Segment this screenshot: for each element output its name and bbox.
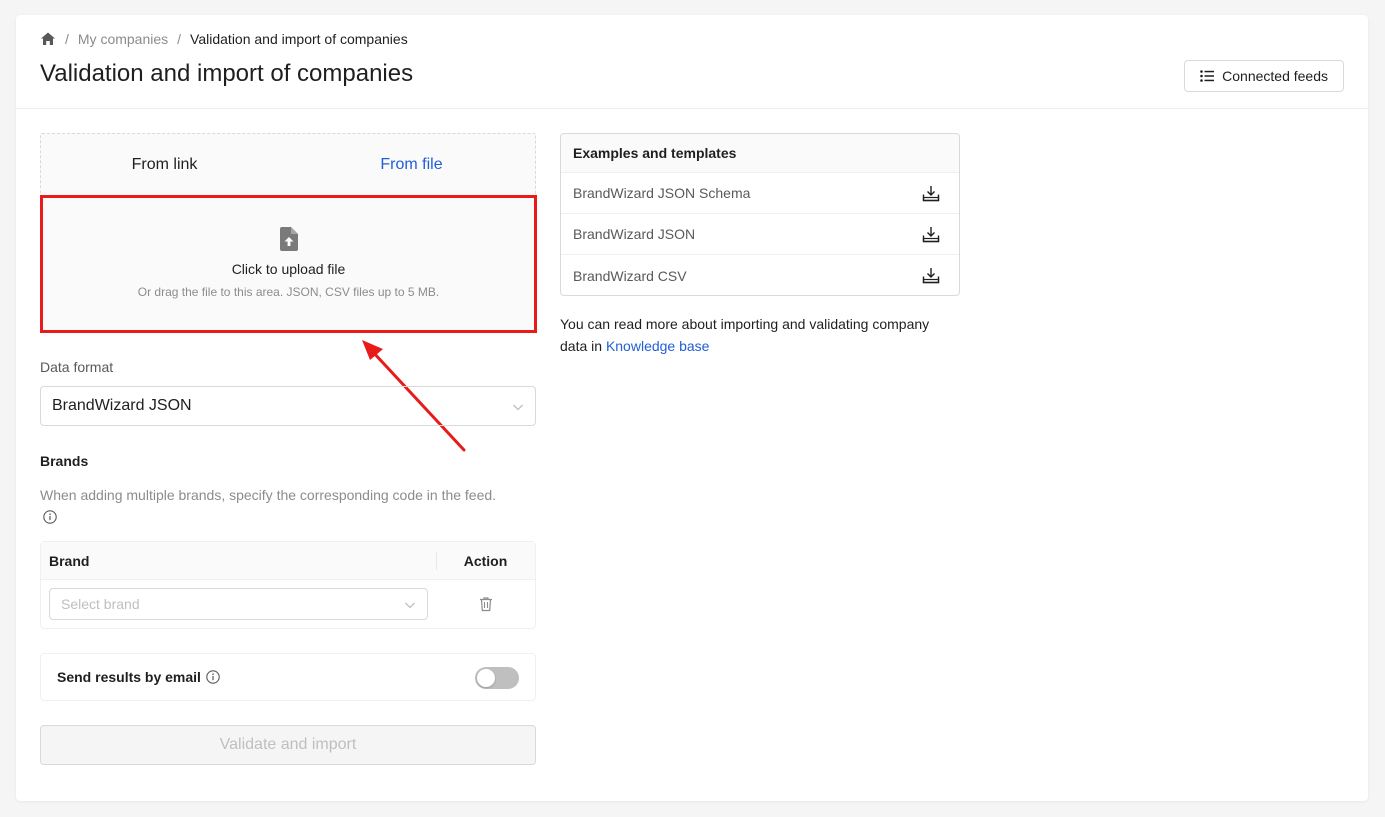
trash-icon[interactable] bbox=[478, 596, 494, 612]
chevron-down-icon bbox=[512, 400, 524, 412]
column-header-action: Action bbox=[463, 552, 508, 569]
column-header-brand: Brand bbox=[49, 552, 90, 569]
table-row: Select brand bbox=[41, 580, 535, 628]
email-results-toggle[interactable] bbox=[475, 667, 519, 689]
brands-title: Brands bbox=[40, 453, 89, 469]
examples-title: Examples and templates bbox=[561, 134, 959, 173]
brands-hint: When adding multiple brands, specify the… bbox=[40, 487, 497, 503]
validate-import-button[interactable]: Validate and import bbox=[40, 725, 536, 765]
main-card: / My companies / Validation and import o… bbox=[16, 15, 1368, 801]
chevron-down-icon bbox=[404, 598, 416, 610]
example-item-json-schema[interactable]: BrandWizard JSON Schema bbox=[561, 173, 959, 214]
column-divider bbox=[436, 552, 437, 570]
tab-from-link[interactable]: From link bbox=[41, 134, 288, 196]
file-upload-icon bbox=[279, 227, 298, 251]
examples-panel: Examples and templates BrandWizard JSON … bbox=[560, 133, 960, 296]
table-header: Brand Action bbox=[41, 542, 535, 580]
example-item-csv[interactable]: BrandWizard CSV bbox=[561, 255, 959, 296]
example-label: BrandWizard JSON bbox=[573, 226, 696, 242]
breadcrumb: / My companies / Validation and import o… bbox=[40, 29, 408, 49]
example-label: BrandWizard CSV bbox=[573, 267, 687, 284]
brand-select-placeholder: Select brand bbox=[61, 596, 140, 612]
brand-select[interactable]: Select brand bbox=[49, 588, 428, 620]
email-results-label: Send results by email bbox=[57, 669, 201, 685]
data-format-select[interactable]: BrandWizard JSON bbox=[40, 386, 536, 426]
data-format-label: Data format bbox=[40, 359, 114, 375]
home-icon[interactable] bbox=[40, 31, 56, 47]
tab-from-file[interactable]: From file bbox=[288, 134, 535, 196]
connected-feeds-button[interactable]: Connected feeds bbox=[1184, 60, 1344, 92]
download-icon[interactable] bbox=[922, 185, 940, 202]
info-icon[interactable] bbox=[43, 510, 57, 524]
breadcrumb-separator: / bbox=[177, 31, 182, 47]
list-icon bbox=[1200, 70, 1215, 82]
brands-table: Brand Action Select brand bbox=[40, 541, 536, 629]
breadcrumb-current: Validation and import of companies bbox=[190, 31, 408, 47]
upload-tabs: From link From file bbox=[41, 134, 535, 196]
toggle-knob bbox=[477, 669, 495, 687]
breadcrumb-my-companies[interactable]: My companies bbox=[78, 31, 168, 47]
header-divider bbox=[16, 108, 1368, 109]
knowledge-base-note: You can read more about importing and va… bbox=[560, 313, 960, 357]
info-icon[interactable] bbox=[206, 670, 220, 684]
file-drop-zone[interactable]: Click to upload file Or drag the file to… bbox=[40, 195, 537, 333]
upload-title: Click to upload file bbox=[231, 261, 346, 277]
page-title: Validation and import of companies bbox=[40, 60, 414, 87]
upload-panel: From link From file Click to upload file… bbox=[40, 133, 537, 333]
upload-hint: Or drag the file to this area. JSON, CSV… bbox=[137, 285, 440, 299]
knowledge-base-link[interactable]: Knowledge base bbox=[606, 338, 710, 354]
email-results-panel: Send results by email bbox=[40, 653, 536, 701]
example-label: BrandWizard JSON Schema bbox=[573, 185, 751, 201]
download-icon[interactable] bbox=[922, 226, 940, 243]
connected-feeds-label: Connected feeds bbox=[1222, 68, 1328, 84]
download-icon[interactable] bbox=[922, 267, 940, 284]
data-format-value: BrandWizard JSON bbox=[52, 397, 192, 414]
example-item-json[interactable]: BrandWizard JSON bbox=[561, 214, 959, 255]
breadcrumb-separator: / bbox=[65, 31, 69, 47]
